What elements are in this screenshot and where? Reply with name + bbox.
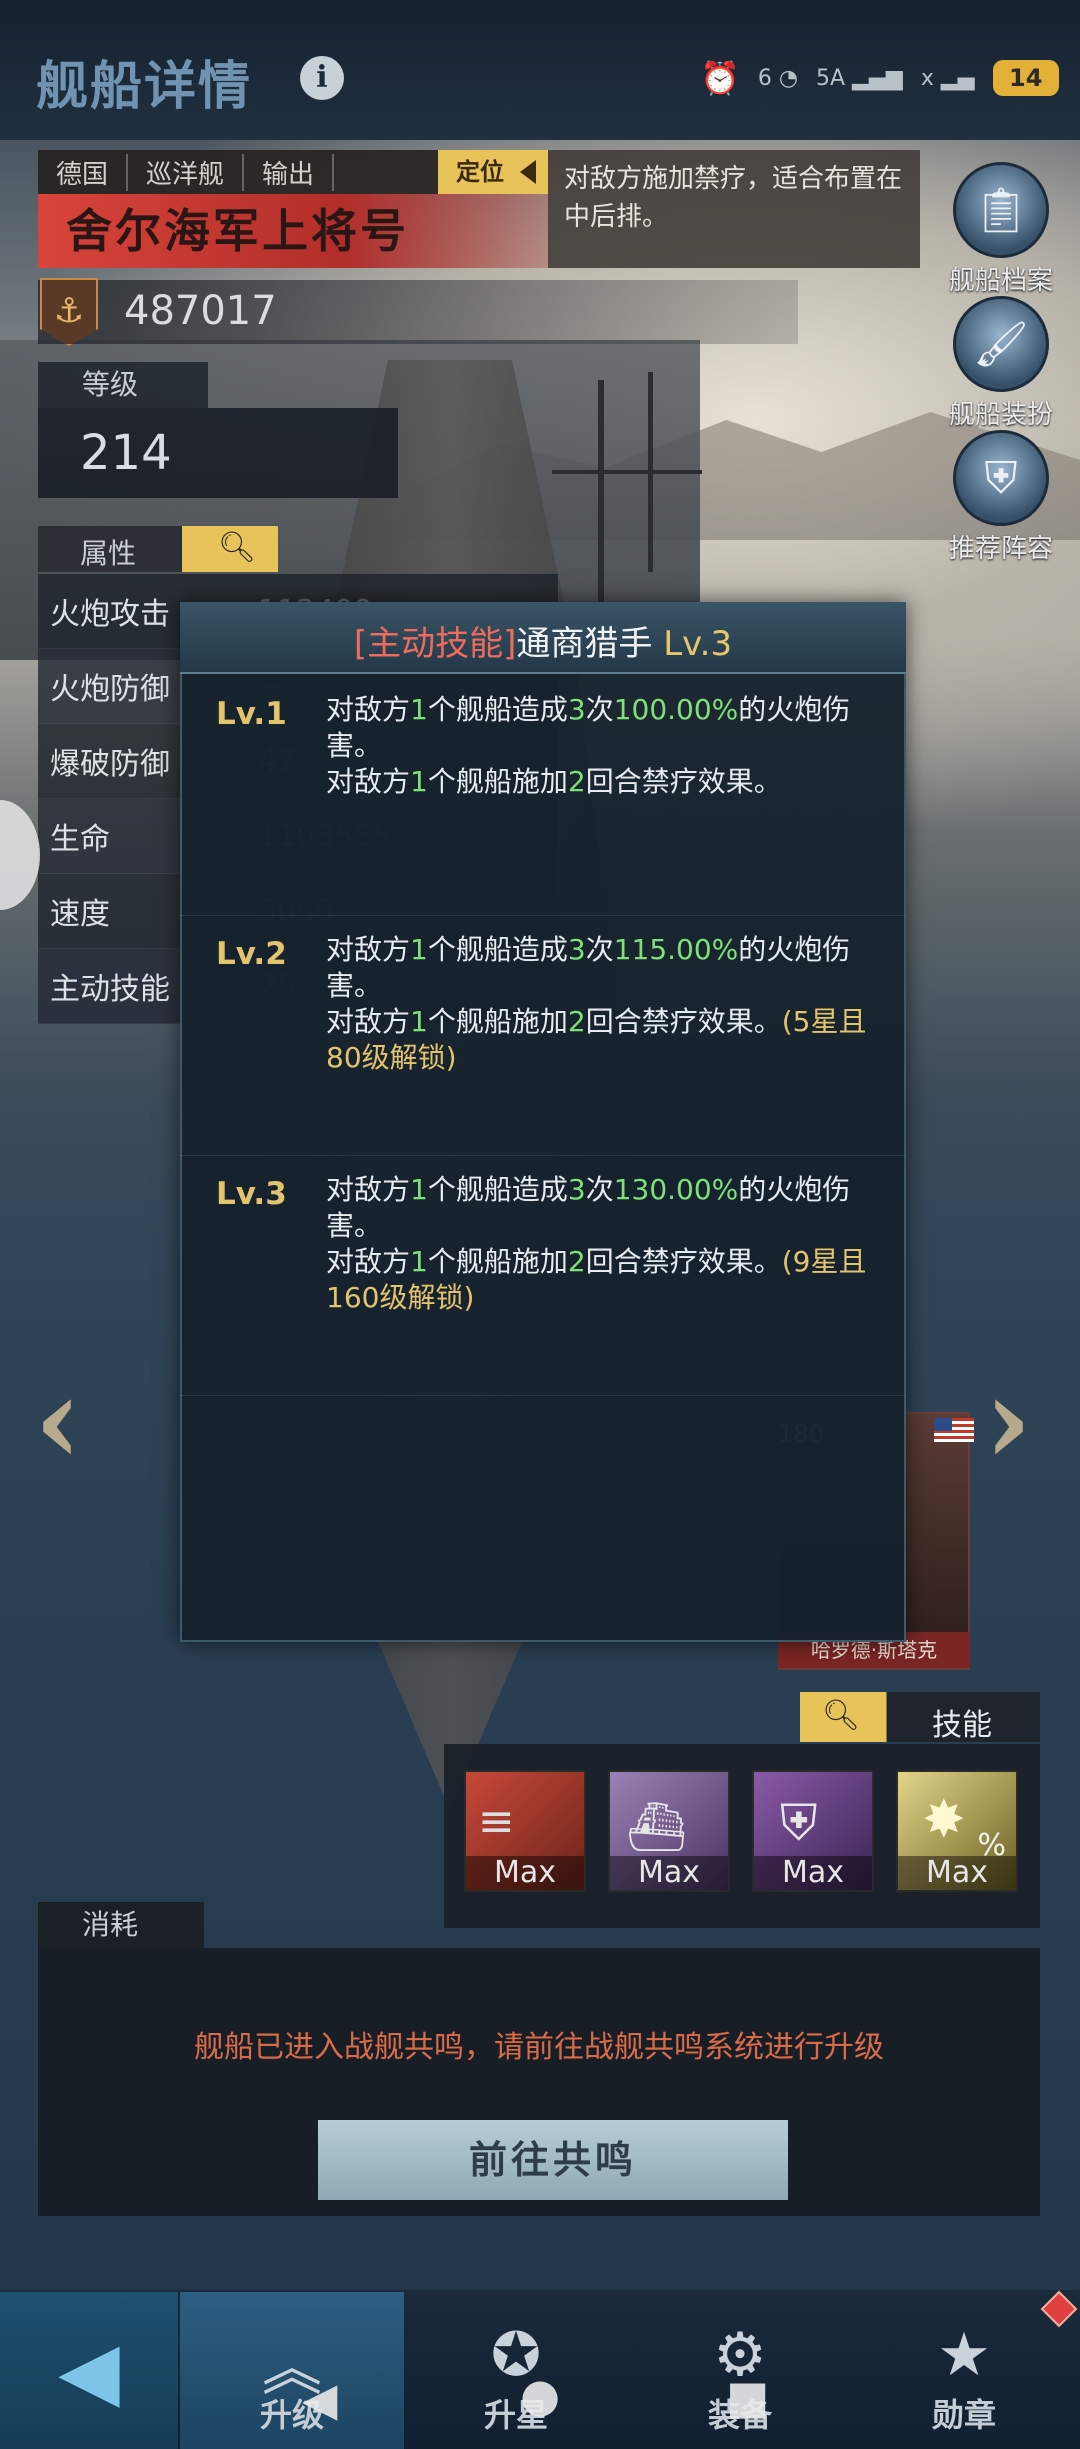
side-button-label: 舰船档案: [948, 266, 1053, 296]
skill-level: Max: [898, 1856, 1016, 1890]
system-back-icon[interactable]: ◀: [302, 2372, 337, 2426]
skill-type-tag: [主动技能]: [353, 624, 517, 664]
tag-type: 巡洋舰: [128, 153, 245, 191]
skill-level-entry: Lv.1 对敌方1个舰船造成3次100.00%的火炮伤害。 对敌方1个舰船施加2…: [180, 676, 906, 916]
signal-icon: 5A ▂▄▆: [816, 65, 903, 91]
us-flag-canton: [934, 1418, 952, 1431]
medal-icon: ★: [937, 2320, 991, 2390]
ship-skin-button[interactable]: 🖌︎ 舰船装扮: [926, 296, 1076, 431]
magnifier-icon[interactable]: 🔍︎: [822, 1698, 860, 1733]
chevron-rank-icon: ︽: [262, 2334, 322, 2404]
triple-cannon-icon[interactable]: ≡ Max: [464, 1770, 586, 1892]
tab-label: 升星: [483, 2396, 548, 2434]
level-description: 对敌方1个舰船造成3次115.00%的火炮伤害。 对敌方1个舰船施加2回合禁疗效…: [326, 933, 867, 1074]
triangle-left-icon: [520, 160, 536, 184]
side-button-label: 推荐阵容: [948, 534, 1053, 564]
recommended-lineup-button[interactable]: ⛨ 推荐阵容: [926, 430, 1076, 565]
skills-label: 技能: [932, 1708, 992, 1743]
paint-roller-icon: 🖌︎: [953, 296, 1049, 392]
clipboard-icon: 📋︎: [953, 162, 1049, 258]
battery-icon: 14: [992, 60, 1059, 96]
status-bar: ⏰ 6 ◔ 5A ▂▄▆ x ▂▄ 14: [700, 56, 1059, 100]
tag-nation: 德国: [38, 153, 129, 191]
alarm-icon: ⏰: [700, 59, 740, 97]
ship-name: 舍尔海军上将号: [38, 194, 548, 268]
attributes-label: 属性: [80, 537, 137, 570]
magnifier-icon[interactable]: 🔍︎: [218, 530, 256, 565]
battleship-icon[interactable]: ⛴ Max: [608, 1770, 730, 1892]
go-resonance-button[interactable]: 前往共鸣: [318, 2120, 788, 2200]
star-badge-icon: ✪: [490, 2320, 542, 2390]
ship-archive-button[interactable]: 📋︎ 舰船档案: [926, 162, 1076, 297]
skill-name: 通商猎手: [516, 624, 653, 664]
level-label: Lv.2: [216, 936, 287, 972]
level-label: 等级: [38, 362, 208, 408]
wifi-icon: 6 ◔: [757, 65, 799, 91]
ship-mast-yard: [552, 470, 702, 474]
level-label: Lv.1: [216, 696, 287, 732]
info-icon[interactable]: i: [300, 56, 344, 100]
next-ship-arrow-icon[interactable]: ›: [984, 1350, 1032, 1491]
skill-level: Lv.3: [663, 624, 733, 664]
tag-role: 输出: [244, 153, 335, 191]
tab-label: 勋章: [931, 2396, 996, 2434]
tab-upgrade[interactable]: ︽ 升级: [180, 2292, 404, 2449]
system-recents-icon[interactable]: ■: [726, 2370, 769, 2424]
level-value: 214: [38, 408, 398, 498]
skill-level-entry: Lv.2 对敌方1个舰船造成3次115.00%的火炮伤害。 对敌方1个舰船施加2…: [180, 916, 906, 1156]
level-label: Lv.3: [216, 1176, 287, 1212]
signal-icon-secondary: x ▂▄: [920, 65, 975, 91]
tab-label: 升级: [259, 2396, 324, 2434]
combat-power: 487017: [124, 288, 277, 334]
consume-label: 消耗: [38, 1902, 204, 1948]
skill-level: Max: [610, 1856, 728, 1890]
popup-title: [主动技能]通商猎手 Lv.3: [180, 616, 906, 665]
explosion-percent-icon[interactable]: ✸ % Max: [896, 1770, 1018, 1892]
level-description: 对敌方1个舰船造成3次100.00%的火炮伤害。 对敌方1个舰船施加2回合禁疗效…: [326, 693, 851, 798]
resonance-message: 舰船已进入战舰共鸣，请前往战舰共鸣系统进行升级: [194, 2030, 884, 2065]
ship-mast: [598, 380, 604, 610]
skill-level-entry: Lv.3 对敌方1个舰船造成3次130.00%的火炮伤害。 对敌方1个舰船施加2…: [180, 1156, 906, 1396]
level-description: 对敌方1个舰船造成3次130.00%的火炮伤害。 对敌方1个舰船施加2回合禁疗效…: [326, 1173, 867, 1314]
back-arrow-icon[interactable]: ◀: [0, 2292, 178, 2449]
role-description: 对敌方施加禁疗，适合布置在中后排。: [548, 150, 920, 268]
turret-shield-icon[interactable]: ⛨ Max: [752, 1770, 874, 1892]
tab-star-up[interactable]: ✪ 升星: [404, 2292, 628, 2449]
skill-level: Max: [466, 1856, 584, 1890]
prev-ship-arrow-icon[interactable]: ‹: [34, 1350, 82, 1491]
tab-medal[interactable]: ★ 勋章: [852, 2292, 1076, 2449]
formation-icon: ⛨: [953, 430, 1049, 526]
page-title: 舰船详情: [36, 57, 253, 117]
skill-level: Max: [754, 1856, 872, 1890]
system-home-icon[interactable]: ●: [520, 2368, 560, 2422]
side-button-label: 舰船装扮: [948, 400, 1053, 430]
